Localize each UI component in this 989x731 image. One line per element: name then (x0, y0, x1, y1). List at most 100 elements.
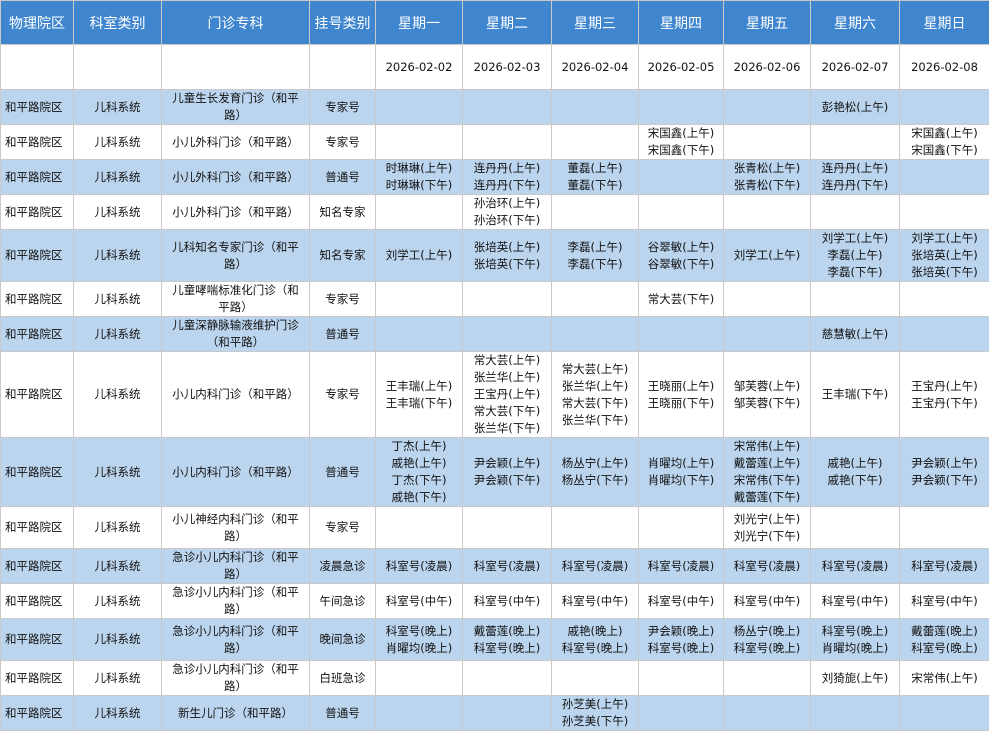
site-cell: 和平路院区 (1, 549, 74, 584)
day-slot-cell: 彭艳松(上午) (811, 90, 900, 125)
day-slot-cell: 慈慧敏(上午) (811, 317, 900, 352)
header-site: 物理院区 (1, 1, 74, 45)
schedule-row: 和平路院区儿科系统小儿外科门诊（和平路）普通号时琳琳(上午)时琳琳(下午)连丹丹… (1, 160, 989, 195)
doctor-shift: 张青松(下午) (724, 177, 810, 194)
day-slot-cell (463, 696, 552, 731)
site-cell: 和平路院区 (1, 160, 74, 195)
date-cell: 2026-02-04 (552, 45, 639, 90)
schedule-row: 和平路院区儿科系统小儿外科门诊（和平路）知名专家孙治环(上午)孙治环(下午) (1, 195, 989, 230)
date-empty-cell (1, 45, 74, 90)
date-cell: 2026-02-03 (463, 45, 552, 90)
doctor-shift: 谷翠敏(下午) (639, 256, 723, 273)
doctor-shift: 戚艳(晚上) (552, 623, 638, 640)
doctor-shift: 尹会颖(下午) (463, 472, 551, 489)
doctor-shift: 刘猗旎(上午) (811, 670, 899, 687)
day-slot-cell (552, 282, 639, 317)
doctor-shift: 科室号(晚上) (900, 640, 989, 657)
clinic-cell: 小儿外科门诊（和平路） (162, 195, 310, 230)
clinic-cell: 小儿神经内科门诊（和平路） (162, 507, 310, 549)
doctor-shift: 戴蕾莲(上午) (724, 455, 810, 472)
clinic-cell: 儿童深静脉输液维护门诊（和平路） (162, 317, 310, 352)
doctor-shift: 宋国鑫(上午) (639, 125, 723, 142)
clinic-cell: 小儿内科门诊（和平路） (162, 438, 310, 507)
clinic-cell: 小儿外科门诊（和平路） (162, 125, 310, 160)
doctor-shift: 宋常伟(上午) (900, 670, 989, 687)
site-cell: 和平路院区 (1, 230, 74, 282)
doctor-shift: 刘光宁(上午) (724, 511, 810, 528)
doctor-shift: 刘学工(上午) (811, 230, 899, 247)
day-slot-cell (724, 195, 811, 230)
date-cell: 2026-02-02 (376, 45, 463, 90)
header-sunday: 星期日 (900, 1, 989, 45)
header-registration-type: 挂号类别 (310, 1, 376, 45)
day-slot-cell: 肖曜均(上午)肖曜均(下午) (639, 438, 724, 507)
clinic-cell: 新生儿门诊（和平路） (162, 696, 310, 731)
site-cell: 和平路院区 (1, 438, 74, 507)
doctor-shift: 科室号(晚上) (463, 640, 551, 657)
doctor-shift: 王丰瑞(下午) (376, 395, 462, 412)
date-cell: 2026-02-07 (811, 45, 900, 90)
doctor-shift: 孙治环(下午) (463, 212, 551, 229)
doctor-shift: 慈慧敏(上午) (811, 326, 899, 343)
schedule-row: 和平路院区儿科系统急诊小儿内科门诊（和平路）白班急诊刘猗旎(上午)宋常伟(上午) (1, 661, 989, 696)
site-cell: 和平路院区 (1, 584, 74, 619)
doctor-shift: 肖曜均(晚上) (811, 640, 899, 657)
clinic-cell: 急诊小儿内科门诊（和平路） (162, 619, 310, 661)
date-empty-cell (162, 45, 310, 90)
day-slot-cell (724, 90, 811, 125)
doctor-shift: 科室号(凌晨) (376, 558, 462, 575)
doctor-shift: 王宝丹(下午) (900, 395, 989, 412)
day-slot-cell: 李磊(上午)李磊(下午) (552, 230, 639, 282)
category-cell: 儿科系统 (74, 438, 162, 507)
schedule-row: 和平路院区儿科系统急诊小儿内科门诊（和平路）午间急诊科室号(中午)科室号(中午)… (1, 584, 989, 619)
day-slot-cell (900, 282, 989, 317)
schedule-row: 和平路院区儿科系统小儿内科门诊（和平路）专家号王丰瑞(上午)王丰瑞(下午)常大芸… (1, 352, 989, 438)
day-slot-cell (724, 125, 811, 160)
doctor-shift: 董磊(上午) (552, 160, 638, 177)
doctor-shift: 戴蕾莲(晚上) (900, 623, 989, 640)
category-cell: 儿科系统 (74, 619, 162, 661)
doctor-shift: 李磊(下午) (552, 256, 638, 273)
day-slot-cell: 丁杰(上午)戚艳(上午)丁杰(下午)戚艳(下午) (376, 438, 463, 507)
day-slot-cell (639, 160, 724, 195)
registration-type-cell: 专家号 (310, 507, 376, 549)
doctor-shift: 刘学工(上午) (724, 247, 810, 264)
day-slot-cell: 科室号(中午) (376, 584, 463, 619)
doctor-shift: 连丹丹(上午) (811, 160, 899, 177)
clinic-cell: 急诊小儿内科门诊（和平路） (162, 661, 310, 696)
registration-type-cell: 白班急诊 (310, 661, 376, 696)
doctor-shift: 常大芸(上午) (463, 352, 551, 369)
day-slot-cell (811, 195, 900, 230)
day-slot-cell (900, 507, 989, 549)
doctor-shift: 科室号(晚上) (552, 640, 638, 657)
day-slot-cell: 连丹丹(上午)连丹丹(下午) (811, 160, 900, 195)
category-cell: 儿科系统 (74, 195, 162, 230)
doctor-shift: 王丰瑞(上午) (376, 378, 462, 395)
clinic-cell: 急诊小儿内科门诊（和平路） (162, 549, 310, 584)
category-cell: 儿科系统 (74, 584, 162, 619)
schedule-row: 和平路院区儿科系统小儿神经内科门诊（和平路）专家号刘光宁(上午)刘光宁(下午) (1, 507, 989, 549)
header-row: 物理院区 科室类别 门诊专科 挂号类别 星期一 星期二 星期三 星期四 星期五 … (1, 1, 989, 45)
doctor-shift: 戚艳(下午) (811, 472, 899, 489)
doctor-shift: 张培英(下午) (463, 256, 551, 273)
day-slot-cell: 戚艳(晚上)科室号(晚上) (552, 619, 639, 661)
doctor-shift: 丁杰(下午) (376, 472, 462, 489)
doctor-shift: 科室号(凌晨) (463, 558, 551, 575)
day-slot-cell: 科室号(中午) (811, 584, 900, 619)
doctor-shift: 李磊(上午) (811, 247, 899, 264)
day-slot-cell (811, 125, 900, 160)
day-slot-cell (900, 90, 989, 125)
day-slot-cell (376, 661, 463, 696)
header-saturday: 星期六 (811, 1, 900, 45)
doctor-shift: 宋国鑫(上午) (900, 125, 989, 142)
category-cell: 儿科系统 (74, 125, 162, 160)
header-friday: 星期五 (724, 1, 811, 45)
day-slot-cell: 王丰瑞(上午)王丰瑞(下午) (376, 352, 463, 438)
day-slot-cell: 尹会颖(上午)尹会颖(下午) (463, 438, 552, 507)
day-slot-cell: 王宝丹(上午)王宝丹(下午) (900, 352, 989, 438)
day-slot-cell (724, 696, 811, 731)
doctor-shift: 董磊(下午) (552, 177, 638, 194)
doctor-shift: 时琳琳(上午) (376, 160, 462, 177)
day-slot-cell (376, 90, 463, 125)
day-slot-cell (463, 90, 552, 125)
